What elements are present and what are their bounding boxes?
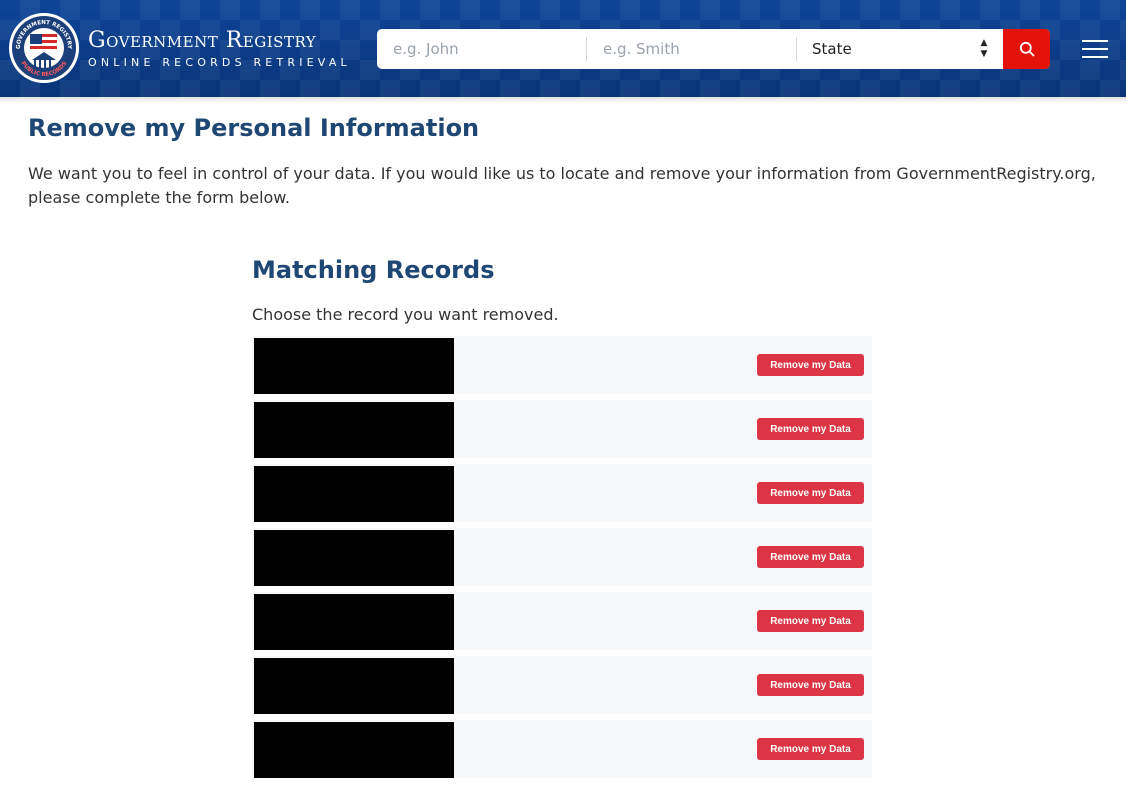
brand-subtitle: ONLINE RECORDS RETRIEVAL bbox=[88, 56, 351, 69]
choose-record-instruction: Choose the record you want removed. bbox=[252, 305, 559, 324]
remove-my-data-button[interactable]: Remove my Data bbox=[757, 418, 864, 440]
record-row: Remove my Data bbox=[252, 400, 872, 458]
redacted-record-details bbox=[254, 530, 454, 586]
record-row: Remove my Data bbox=[252, 592, 872, 650]
record-row: Remove my Data bbox=[252, 720, 872, 778]
remove-my-data-button[interactable]: Remove my Data bbox=[757, 482, 864, 504]
site-header: GOVERNMENT REGISTRY PUBLIC RECORDS Gover… bbox=[0, 0, 1126, 97]
brand-title[interactable]: Government Registry bbox=[88, 28, 316, 53]
record-row: Remove my Data bbox=[252, 336, 872, 394]
state-select[interactable]: State ▲ ▼ bbox=[797, 29, 1003, 69]
redacted-record-details bbox=[254, 722, 454, 778]
header-shadow bbox=[0, 97, 1126, 103]
record-row: Remove my Data bbox=[252, 528, 872, 586]
record-row: Remove my Data bbox=[252, 464, 872, 522]
first-name-input[interactable] bbox=[377, 29, 586, 69]
matching-records-list: Remove my Data Remove my Data Remove my … bbox=[252, 336, 872, 784]
intro-text: We want you to feel in control of your d… bbox=[28, 164, 1096, 207]
people-search-bar: State ▲▼ bbox=[377, 29, 1050, 69]
remove-my-data-button[interactable]: Remove my Data bbox=[757, 354, 864, 376]
sort-arrows-icon: ▲ ▼ bbox=[980, 38, 988, 59]
remove-my-data-button[interactable]: Remove my Data bbox=[757, 674, 864, 696]
record-row: Remove my Data bbox=[252, 656, 872, 714]
redacted-record-details bbox=[254, 594, 454, 650]
matching-records-title: Matching Records bbox=[252, 256, 495, 284]
last-name-input[interactable] bbox=[586, 29, 796, 69]
remove-my-data-button[interactable]: Remove my Data bbox=[757, 546, 864, 568]
remove-my-data-button[interactable]: Remove my Data bbox=[757, 610, 864, 632]
search-icon bbox=[1019, 41, 1035, 57]
registry-seal-logo[interactable]: GOVERNMENT REGISTRY PUBLIC RECORDS bbox=[8, 12, 80, 84]
hamburger-menu-icon[interactable] bbox=[1082, 38, 1108, 60]
redacted-record-details bbox=[254, 338, 454, 394]
remove-my-data-button[interactable]: Remove my Data bbox=[757, 738, 864, 760]
page-title: Remove my Personal Information bbox=[28, 114, 480, 142]
search-button[interactable] bbox=[1003, 29, 1050, 69]
redacted-record-details bbox=[254, 466, 454, 522]
state-select-value: State bbox=[811, 40, 852, 58]
redacted-record-details bbox=[254, 402, 454, 458]
redacted-record-details bbox=[254, 658, 454, 714]
